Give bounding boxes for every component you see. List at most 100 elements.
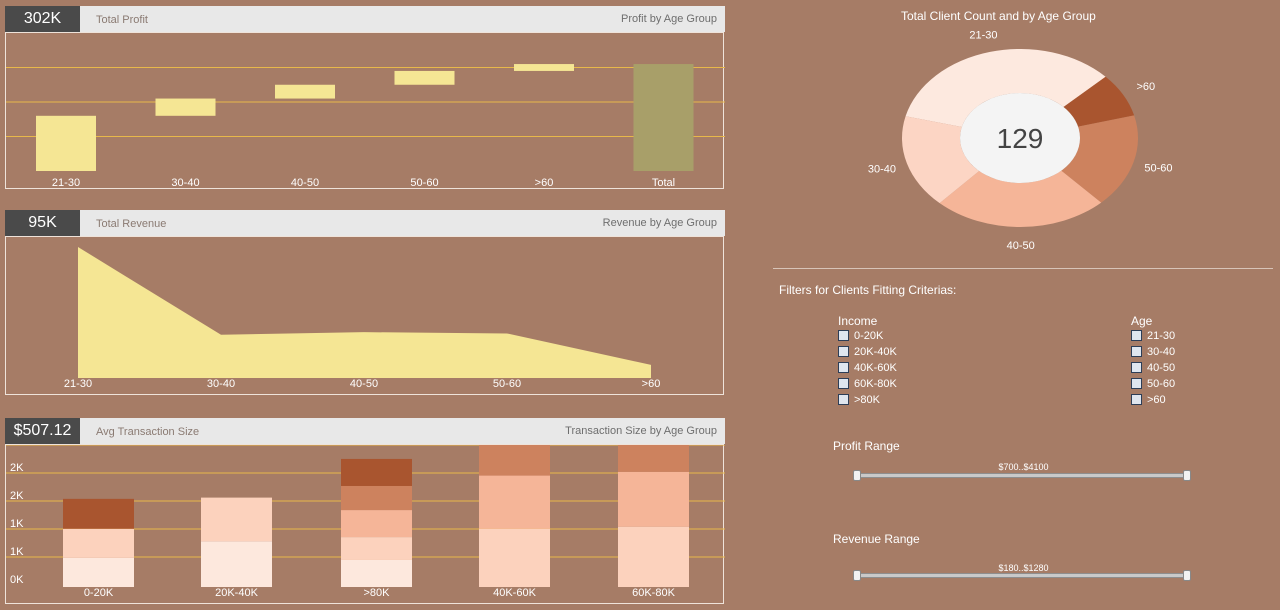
transaction-xtick-4: 60K-80K — [632, 587, 675, 599]
income-checkbox-4[interactable] — [838, 393, 849, 405]
total-revenue-kpi: 95K — [5, 210, 80, 236]
age-checkbox-3[interactable] — [1131, 377, 1142, 389]
profit-xtick-3: 50-60 — [410, 177, 438, 189]
profit-range-min-handle[interactable] — [853, 470, 861, 481]
transaction-ytick-0: 0K — [10, 574, 24, 586]
total-profit-label: Total Profit — [96, 14, 148, 26]
revenue-chart-svg: 21-30 30-40 40-50 50-60 >60 — [64, 247, 661, 390]
revenue-range-value: $180..$1280 — [998, 563, 1049, 573]
profit-bar-3 — [394, 70, 455, 85]
age-option-label-0: 21-30 — [1147, 330, 1176, 342]
total-revenue-label: Total Revenue — [96, 218, 167, 230]
transaction-bar-2-seg-3 — [341, 485, 412, 511]
age-checkbox-2[interactable] — [1131, 361, 1142, 373]
transaction-chart-svg: 0K 1K 1K 2K 2K 3K 0-20K 20K-40K >80K 40K-60K 60K-8… — [6, 445, 725, 599]
revenue-chart-title: Revenue by Age Group — [602, 217, 717, 229]
revenue-xtick-0: 21-30 — [64, 378, 92, 390]
transaction-bar-0-seg-1 — [63, 528, 134, 558]
transaction-bar-2-seg-0 — [341, 559, 412, 587]
profit-xtick-1: 30-40 — [171, 177, 199, 189]
profit-range-slider[interactable] — [857, 473, 1190, 478]
donut-label-4: 30-40 — [868, 163, 896, 175]
revenue-xtick-4: >60 — [642, 378, 661, 390]
profit-bar-4 — [514, 64, 574, 71]
age-option-label-2: 40-50 — [1147, 362, 1176, 374]
transaction-xtick-1: 20K-40K — [215, 587, 258, 599]
transaction-bar-1-seg-0 — [201, 541, 272, 587]
age-option-3[interactable]: 50-60 — [1131, 377, 1175, 391]
income-option-4[interactable]: >80K — [838, 393, 880, 407]
donut-label-0: 21-30 — [969, 29, 997, 41]
profit-bar-5 — [633, 64, 694, 171]
income-option-1[interactable]: 20K-40K — [838, 345, 897, 359]
age-option-2[interactable]: 40-50 — [1131, 361, 1175, 375]
transaction-bar-2-seg-1 — [341, 537, 412, 560]
income-checkbox-3[interactable] — [838, 377, 849, 389]
income-checkbox-0[interactable] — [838, 329, 849, 341]
transaction-ytick-5: 3K — [10, 445, 24, 446]
avg-transaction-label: Avg Transaction Size — [96, 426, 200, 438]
profit-chart-svg: 21-30 30-40 40-50 50-60 >60 Total — [6, 64, 725, 189]
revenue-range-max-handle[interactable] — [1183, 570, 1191, 581]
transaction-xtick-3: 40K-60K — [493, 587, 536, 599]
income-checkbox-2[interactable] — [838, 361, 849, 373]
age-filter-title: Age — [1131, 314, 1153, 328]
age-option-label-4: >60 — [1147, 394, 1166, 406]
profit-chart-title: Profit by Age Group — [621, 13, 717, 25]
transaction-chart-title: Transaction Size by Age Group — [565, 425, 717, 437]
total-profit-kpi: 302K — [5, 6, 80, 32]
transaction-bar-3-seg-3 — [479, 445, 550, 476]
revenue-xtick-2: 40-50 — [350, 378, 378, 390]
transaction-bar-0-seg-4 — [63, 498, 134, 529]
transaction-bar-4-seg-2 — [618, 471, 689, 527]
revenue-area — [78, 247, 651, 378]
client-donut-chart: 21-30 >60 50-60 40-50 30-40 129 — [868, 29, 1173, 252]
transaction-bar-0-seg-0 — [63, 557, 134, 587]
profit-chart: 21-30 30-40 40-50 50-60 >60 Total — [5, 32, 725, 189]
profit-header: 302K Total Profit Profit by Age Group — [5, 6, 725, 32]
age-checkbox-0[interactable] — [1131, 329, 1142, 341]
profit-range-max-handle[interactable] — [1183, 470, 1191, 481]
income-option-label-0: 0-20K — [854, 330, 884, 342]
profit-xtick-2: 40-50 — [291, 177, 319, 189]
transaction-bar-3-seg-1 — [479, 528, 550, 587]
transaction-bar-3-seg-2 — [479, 475, 550, 529]
revenue-range-slider[interactable] — [857, 573, 1190, 578]
income-filter-title: Income — [838, 314, 878, 328]
transaction-bar-4-seg-3 — [618, 445, 689, 472]
profit-bar-2 — [275, 84, 335, 99]
transaction-bar-1-seg-1 — [201, 497, 272, 542]
profit-range-title: Profit Range — [833, 439, 900, 453]
revenue-range-min-handle[interactable] — [853, 570, 861, 581]
age-option-0[interactable]: 21-30 — [1131, 329, 1175, 343]
transaction-bar-4-seg-1 — [618, 526, 689, 587]
profit-xtick-4: >60 — [535, 177, 554, 189]
income-option-3[interactable]: 60K-80K — [838, 377, 897, 391]
transaction-xtick-0: 0-20K — [84, 587, 114, 599]
profit-xtick-5: Total — [652, 177, 675, 189]
transaction-bar-2-seg-4 — [341, 458, 412, 486]
donut-label-3: 40-50 — [1007, 240, 1035, 252]
donut-label-1: >60 — [1137, 81, 1156, 93]
income-option-label-4: >80K — [854, 394, 880, 406]
avg-transaction-kpi: $507.12 — [5, 418, 80, 444]
age-option-label-3: 50-60 — [1147, 378, 1176, 390]
income-option-label-3: 60K-80K — [854, 378, 897, 390]
age-option-4[interactable]: >60 — [1131, 393, 1166, 407]
income-option-2[interactable]: 40K-60K — [838, 361, 897, 375]
age-option-1[interactable]: 30-40 — [1131, 345, 1175, 359]
transaction-header: $507.12 Avg Transaction Size Transaction… — [5, 418, 725, 444]
revenue-header: 95K Total Revenue Revenue by Age Group — [5, 210, 725, 236]
transaction-bar-2-seg-2 — [341, 510, 412, 538]
income-checkbox-1[interactable] — [838, 345, 849, 357]
age-checkbox-1[interactable] — [1131, 345, 1142, 357]
transaction-ytick-2: 1K — [10, 518, 24, 530]
profit-xtick-0: 21-30 — [52, 177, 80, 189]
income-option-0[interactable]: 0-20K — [838, 329, 883, 343]
revenue-xtick-1: 30-40 — [207, 378, 235, 390]
profit-bar-0 — [36, 115, 96, 171]
transaction-ytick-4: 2K — [10, 462, 24, 474]
revenue-range-title: Revenue Range — [833, 532, 920, 546]
revenue-chart: 21-30 30-40 40-50 50-60 >60 — [5, 236, 724, 395]
age-checkbox-4[interactable] — [1131, 393, 1142, 405]
